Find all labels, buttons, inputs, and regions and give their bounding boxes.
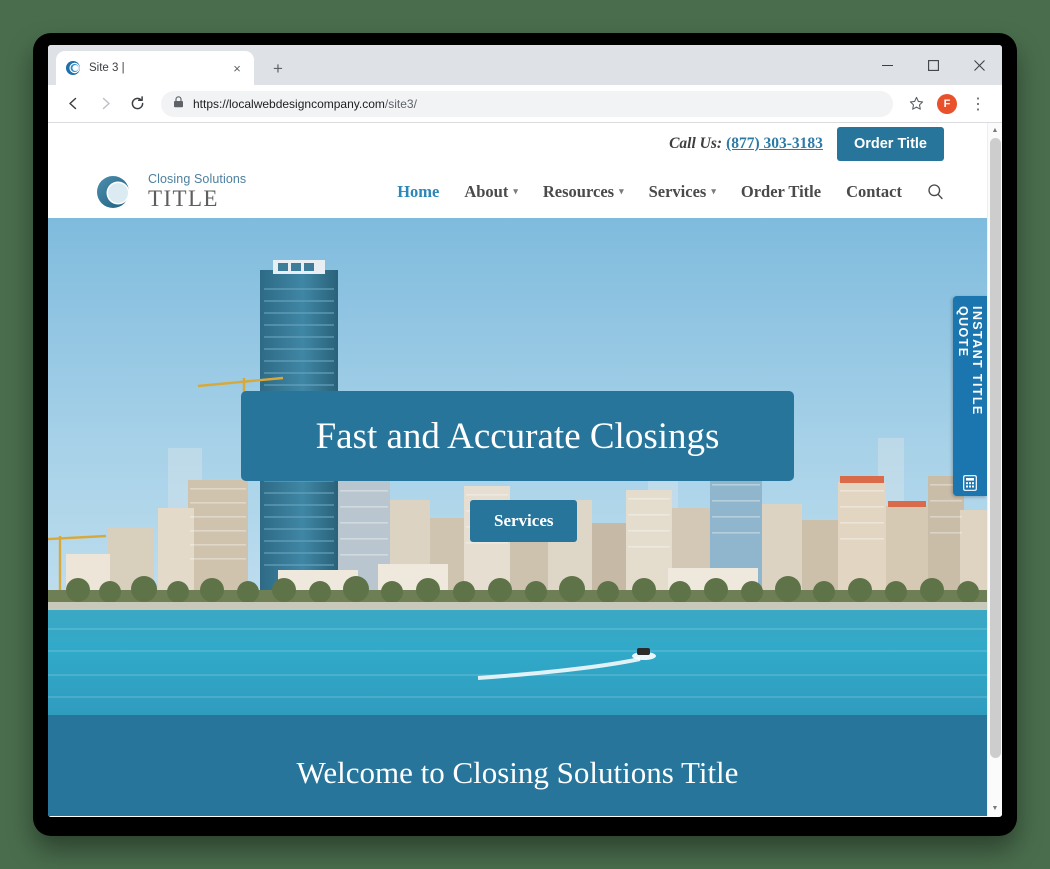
logo-wordmark: Closing Solutions TITLE: [148, 173, 246, 211]
back-icon[interactable]: [58, 89, 88, 119]
nav-item-label: Order Title: [740, 181, 822, 201]
minimize-icon[interactable]: [864, 45, 910, 85]
maximize-icon[interactable]: [910, 45, 956, 85]
calculator-icon: [963, 475, 977, 496]
nav-item-home[interactable]: Home: [397, 182, 439, 202]
reload-icon[interactable]: [122, 89, 152, 119]
welcome-section: Welcome to Closing Solutions Title: [48, 715, 987, 816]
site-circle-icon: [65, 60, 81, 76]
logo-line-1: Closing Solutions: [148, 171, 247, 186]
window-close-icon[interactable]: [956, 45, 1002, 85]
browser-tab-title: Site 3 |: [89, 62, 125, 74]
page-scrollbar[interactable]: ▲ ▼: [987, 123, 1002, 816]
chevron-down-icon: ▾: [619, 186, 624, 196]
nav-item-resources[interactable]: Resources ▾: [543, 182, 624, 202]
browser-window: Site 3 | × + https://localwebdesigncompa…: [48, 45, 1002, 817]
nav-item-services[interactable]: Services ▾: [649, 182, 716, 202]
scroll-up-icon[interactable]: ▲: [988, 123, 1003, 138]
new-tab-button[interactable]: +: [264, 54, 292, 82]
forward-icon[interactable]: [90, 89, 120, 119]
nav-item-contact[interactable]: Contact: [846, 182, 902, 202]
browser-tab[interactable]: Site 3 | ×: [56, 51, 254, 85]
browser-tab-strip: Site 3 | × +: [48, 45, 1002, 85]
browser-menu-icon[interactable]: ⋮: [964, 90, 992, 118]
site-utility-bar: Call Us: (877) 303-3183 Order Title: [48, 123, 987, 165]
nav-item-label: Contact: [846, 181, 902, 201]
scrollbar-thumb[interactable]: [989, 138, 1001, 758]
hero-headline-banner: Fast and Accurate Closings: [241, 391, 794, 481]
url-domain: https://localwebdesigncompany.com: [193, 96, 385, 111]
site-header: Closing Solutions TITLE Home About ▾ Res…: [48, 165, 987, 218]
circle-logo-icon: [92, 168, 140, 216]
nav-item-label: About: [464, 181, 509, 201]
profile-avatar[interactable]: F: [937, 93, 957, 114]
phone-link[interactable]: (877) 303-3183: [726, 135, 823, 152]
url-path: /site3/: [384, 96, 417, 111]
chevron-down-icon: ▾: [711, 186, 716, 196]
scrollbar-track[interactable]: [988, 138, 1003, 801]
bookmark-star-icon[interactable]: [902, 90, 930, 118]
hero-services-button[interactable]: Services: [470, 500, 578, 542]
instant-title-quote-tab[interactable]: INSTANT TITLE QUOTE: [953, 296, 987, 496]
address-bar[interactable]: https://localwebdesigncompany.com/site3/: [161, 90, 893, 117]
search-icon[interactable]: [927, 183, 944, 200]
nav-item-about[interactable]: About ▾: [464, 182, 518, 202]
scroll-down-icon[interactable]: ▼: [988, 801, 1003, 816]
call-us-label: Call Us:: [669, 135, 723, 152]
nav-item-order-title[interactable]: Order Title: [741, 182, 821, 202]
call-us-block: Call Us: (877) 303-3183: [669, 135, 823, 153]
chevron-down-icon: ▾: [513, 186, 518, 196]
page-viewport: Call Us: (877) 303-3183 Order Title Clos…: [48, 123, 1002, 816]
close-icon[interactable]: ×: [229, 60, 245, 76]
browser-toolbar: https://localwebdesigncompany.com/site3/…: [48, 85, 1002, 123]
nav-item-label: Resources: [542, 181, 615, 201]
hero-section: Fast and Accurate Closings Services INST…: [48, 218, 987, 715]
nav-item-label: Services: [648, 181, 707, 201]
welcome-heading: Welcome to Closing Solutions Title: [296, 754, 739, 790]
site-logo[interactable]: Closing Solutions TITLE: [92, 168, 246, 216]
nav-item-label: Home: [397, 181, 440, 201]
hero-headline: Fast and Accurate Closings: [315, 415, 720, 457]
order-title-button[interactable]: Order Title: [836, 127, 944, 161]
website-content: Call Us: (877) 303-3183 Order Title Clos…: [48, 123, 987, 816]
main-navigation: Home About ▾ Resources ▾ Services ▾ Orde…: [397, 182, 944, 202]
lock-icon: [173, 95, 184, 113]
window-controls: [864, 45, 1002, 85]
logo-line-2: TITLE: [148, 186, 219, 212]
address-bar-text: https://localwebdesigncompany.com/site3/: [193, 97, 417, 111]
instant-title-quote-label: INSTANT TITLE QUOTE: [956, 306, 984, 416]
